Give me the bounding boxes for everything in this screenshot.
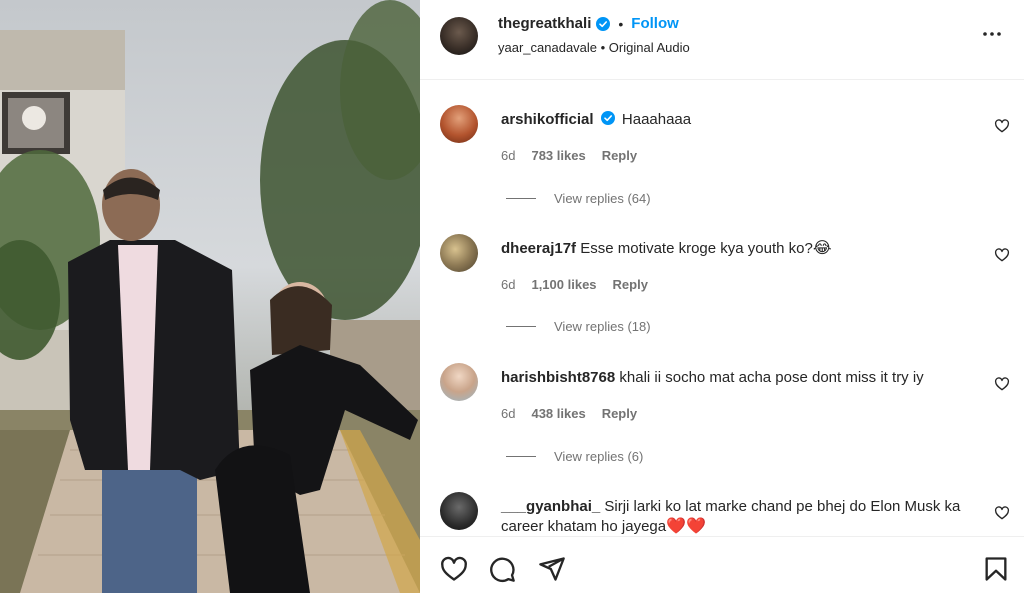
- reply-button[interactable]: Reply: [602, 406, 637, 421]
- author-row: thegreatkhali • Follow: [498, 15, 679, 32]
- view-replies-line: [506, 198, 536, 199]
- post-panel: thegreatkhali • Follow yaar_canadavale •…: [420, 0, 1024, 593]
- comment-username[interactable]: dheeraj17f: [501, 240, 576, 257]
- comment-meta: 6d 783 likes Reply: [501, 148, 637, 163]
- comment-text: arshikofficial Haaahaaa: [501, 110, 981, 130]
- author-username[interactable]: thegreatkhali: [498, 15, 591, 32]
- comment-meta: 6d 438 likes Reply: [501, 406, 637, 421]
- comment-avatar[interactable]: [440, 234, 478, 272]
- separator-dot: •: [618, 15, 624, 32]
- post-image[interactable]: [0, 0, 420, 593]
- share-icon[interactable]: [538, 555, 566, 583]
- comment-body: khali ii socho mat acha pose dont miss i…: [619, 369, 924, 386]
- comment-likes[interactable]: 438 likes: [531, 406, 585, 421]
- comment-avatar[interactable]: [440, 363, 478, 401]
- view-replies-button[interactable]: View replies (18): [506, 319, 651, 334]
- comment-age: 6d: [501, 148, 516, 163]
- comment-body: Esse motivate kroge kya youth ko?: [580, 240, 813, 257]
- verified-badge-icon: [596, 16, 611, 31]
- comment-text: dheeraj17f Esse motivate kroge kya youth…: [501, 239, 981, 259]
- post-header: thegreatkhali • Follow yaar_canadavale •…: [420, 0, 1024, 80]
- emoji: 😂: [812, 240, 832, 257]
- comment-text: ___gyanbhai_ Sirji larki ko lat marke ch…: [501, 497, 971, 536]
- view-replies-button[interactable]: View replies (64): [506, 191, 651, 206]
- comment-username[interactable]: ___gyanbhai_: [501, 498, 600, 515]
- comment-avatar[interactable]: [440, 105, 478, 143]
- reply-button[interactable]: Reply: [602, 148, 637, 163]
- verified-badge-icon: [600, 111, 615, 125]
- reply-button[interactable]: Reply: [613, 277, 648, 292]
- comment-meta: 6d 1,100 likes Reply: [501, 277, 648, 292]
- comment-icon[interactable]: [488, 555, 516, 583]
- more-options-icon[interactable]: [980, 22, 1004, 46]
- emoji: ❤️❤️: [666, 518, 706, 535]
- comment-text: harishbisht8768 khali ii socho mat acha …: [501, 368, 981, 388]
- view-replies-line: [506, 326, 536, 327]
- view-replies-label: View replies (64): [554, 191, 651, 206]
- view-replies-line: [506, 456, 536, 457]
- action-bar: [420, 536, 1024, 593]
- comment-likes[interactable]: 1,100 likes: [531, 277, 596, 292]
- comment-age: 6d: [501, 277, 516, 292]
- comment-body: Haaahaaa: [621, 111, 692, 128]
- comment-username[interactable]: arshikofficial: [501, 111, 594, 128]
- comments-list[interactable]: arshikofficial Haaahaaa 6d 783 likes Rep…: [420, 81, 1024, 536]
- comment-likes[interactable]: 783 likes: [531, 148, 585, 163]
- follow-button[interactable]: Follow: [631, 15, 679, 32]
- comment-like-icon[interactable]: [994, 247, 1010, 263]
- comment-avatar[interactable]: [440, 492, 478, 530]
- heart-icon[interactable]: [440, 555, 468, 583]
- view-replies-button[interactable]: View replies (6): [506, 449, 643, 464]
- view-replies-label: View replies (18): [554, 319, 651, 334]
- bookmark-icon[interactable]: [982, 555, 1010, 583]
- post-photo-illustration: [0, 0, 420, 593]
- author-avatar[interactable]: [440, 17, 478, 55]
- comment-like-icon[interactable]: [994, 118, 1010, 134]
- comment-age: 6d: [501, 406, 516, 421]
- comment-username[interactable]: harishbisht8768: [501, 369, 615, 386]
- audio-link[interactable]: yaar_canadavale • Original Audio: [498, 40, 690, 55]
- view-replies-label: View replies (6): [554, 449, 644, 464]
- comment-like-icon[interactable]: [994, 376, 1010, 392]
- comment-like-icon[interactable]: [994, 505, 1010, 521]
